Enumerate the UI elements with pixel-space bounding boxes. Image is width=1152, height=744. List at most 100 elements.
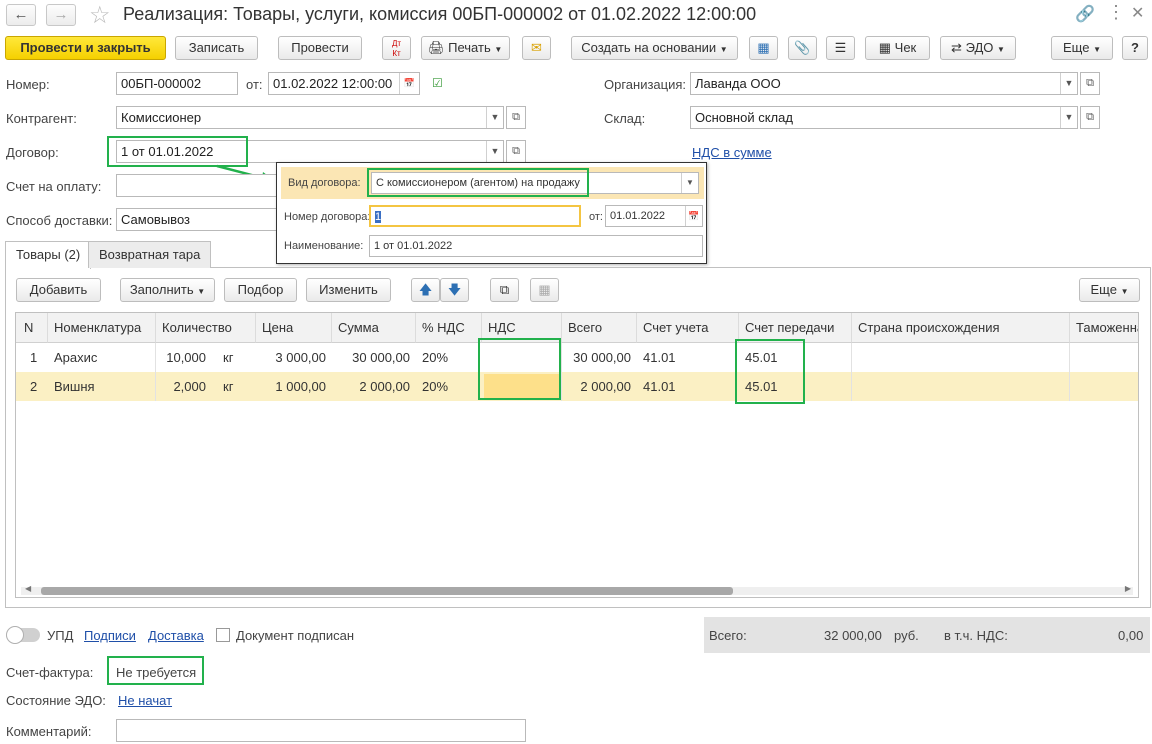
add-row-button[interactable]: Добавить xyxy=(16,278,101,302)
row-sum[interactable]: 30 000,00 xyxy=(332,343,416,372)
date-field[interactable]: 01.02.2022 12:00:00 📅 xyxy=(268,72,420,95)
row-price[interactable]: 3 000,00 xyxy=(256,343,332,372)
menu-dots-icon[interactable]: ⋮ xyxy=(1107,2,1125,23)
contract-date-field[interactable]: 01.01.2022 📅 xyxy=(605,205,703,227)
save-button[interactable]: Записать xyxy=(175,36,258,60)
forward-button[interactable]: → xyxy=(46,4,76,26)
chevron-down-icon[interactable]: ▼ xyxy=(1060,107,1077,128)
tab-returnable-containers[interactable]: Возвратная тара xyxy=(88,241,212,268)
attach-button[interactable]: 📎 xyxy=(788,36,817,60)
column-header-origin-country[interactable]: Страна происхождения xyxy=(852,313,1070,343)
warehouse-field[interactable]: Основной склад ▼ xyxy=(690,106,1078,129)
copy-button[interactable]: ⧉ xyxy=(490,278,519,302)
edo-state-link[interactable]: Не начат xyxy=(118,693,172,708)
row-vat-rate[interactable]: 20% xyxy=(416,343,482,372)
post-button[interactable]: Провести xyxy=(278,36,362,60)
open-warehouse-icon[interactable]: ⧉ xyxy=(1080,106,1100,129)
close-icon[interactable]: ✕ xyxy=(1131,3,1144,23)
edo-label: ЭДО xyxy=(965,40,994,55)
upd-toggle[interactable] xyxy=(6,626,40,644)
transfer-account-highlight xyxy=(735,339,805,404)
more-button[interactable]: Еще ▼ xyxy=(1051,36,1113,60)
more-label: Еще xyxy=(1063,40,1090,55)
row-account[interactable]: 41.01 xyxy=(637,343,739,372)
print-button[interactable]: 🖨 Печать ▼ xyxy=(421,36,510,60)
row-account[interactable]: 41.01 xyxy=(637,372,739,401)
row-item[interactable]: Вишня xyxy=(48,372,156,401)
edo-state-label: Состояние ЭДО: xyxy=(6,693,106,708)
pick-button[interactable]: Подбор xyxy=(224,278,297,302)
scroll-right-icon[interactable]: ▶ xyxy=(1125,584,1131,593)
column-divider xyxy=(561,343,562,401)
open-org-icon[interactable]: ⧉ xyxy=(1080,72,1100,95)
contract-number-field[interactable]: 1 xyxy=(369,205,581,227)
dt-kt-button[interactable]: Дт Кт xyxy=(382,36,411,60)
row-item[interactable]: Арахис xyxy=(48,343,156,372)
scroll-left-icon[interactable]: ◀ xyxy=(25,584,31,593)
comment-field[interactable] xyxy=(116,719,526,742)
signatures-link[interactable]: Подписи xyxy=(84,628,136,643)
warehouse-value: Основной склад xyxy=(695,110,793,125)
back-button[interactable]: ← xyxy=(6,4,36,26)
help-button[interactable]: ? xyxy=(1122,36,1148,60)
open-contract-icon[interactable]: ⧉ xyxy=(506,140,526,163)
horizontal-scrollbar[interactable]: ◀ ▶ xyxy=(21,584,1133,595)
scrollbar-thumb[interactable] xyxy=(41,587,733,595)
contract-name-field[interactable]: 1 от 01.01.2022 xyxy=(369,235,703,257)
row-price[interactable]: 1 000,00 xyxy=(256,372,332,401)
chevron-down-icon[interactable]: ▼ xyxy=(681,173,698,193)
chevron-down-icon[interactable]: ▼ xyxy=(1060,73,1077,94)
create-based-on-button[interactable]: Создать на основании ▼ xyxy=(571,36,738,60)
edo-button[interactable]: ⇄ ЭДО ▼ xyxy=(940,36,1016,60)
move-up-button[interactable]: 🡅 xyxy=(411,278,440,302)
column-header-price[interactable]: Цена xyxy=(256,313,332,343)
row-vat-rate[interactable]: 20% xyxy=(416,372,482,401)
journal-button[interactable]: ☰ xyxy=(826,36,855,60)
tab-goods[interactable]: Товары (2) xyxy=(5,241,92,269)
chevron-down-icon: ▼ xyxy=(997,45,1005,54)
delivery-field[interactable]: Самовывоз xyxy=(116,208,278,231)
favorite-star-icon[interactable]: ☆ xyxy=(89,1,111,30)
paste-button[interactable]: ▦ xyxy=(530,278,559,302)
goods-table[interactable]: N Номенклатура Количество Цена Сумма % Н… xyxy=(15,312,1139,598)
number-field[interactable]: 00БП-000002 xyxy=(116,72,238,95)
column-header-n[interactable]: N xyxy=(16,313,48,343)
table-more-button[interactable]: Еще ▼ xyxy=(1079,278,1140,302)
column-divider xyxy=(1069,343,1070,401)
signed-checkbox[interactable] xyxy=(216,628,230,642)
row-qty[interactable]: 10,000 xyxy=(156,343,212,372)
column-header-qty[interactable]: Количество xyxy=(156,313,256,343)
chevron-down-icon[interactable]: ▼ xyxy=(486,141,503,162)
column-header-total[interactable]: Всего xyxy=(562,313,637,343)
column-header-customs[interactable]: Таможенна xyxy=(1070,313,1138,343)
column-header-vat-rate[interactable]: % НДС xyxy=(416,313,482,343)
table-row[interactable]: 1 Арахис 10,000 кг 3 000,00 30 000,00 20… xyxy=(16,343,1138,372)
row-total[interactable]: 30 000,00 xyxy=(562,343,637,372)
structure-button[interactable]: ▦ xyxy=(749,36,778,60)
contractor-field[interactable]: Комиссионер ▼ xyxy=(116,106,504,129)
org-field[interactable]: Лаванда ООО ▼ xyxy=(690,72,1078,95)
row-qty[interactable]: 2,000 xyxy=(156,372,212,401)
total-value: 32 000,00 xyxy=(824,628,882,643)
delivery-link[interactable]: Доставка xyxy=(148,628,204,643)
invoice-field[interactable] xyxy=(116,174,278,197)
table-row-selected[interactable]: 2 Вишня 2,000 кг 1 000,00 2 000,00 20% 2… xyxy=(16,372,1138,401)
row-total[interactable]: 2 000,00 xyxy=(562,372,637,401)
link-icon[interactable]: 🔗 xyxy=(1075,4,1095,24)
calendar-icon[interactable]: 📅 xyxy=(685,206,702,226)
edo-icon: ⇄ xyxy=(951,40,962,55)
row-sum[interactable]: 2 000,00 xyxy=(332,372,416,401)
move-down-button[interactable]: 🡇 xyxy=(440,278,469,302)
post-and-close-button[interactable]: Провести и закрыть xyxy=(5,36,166,60)
column-header-account[interactable]: Счет учета xyxy=(637,313,739,343)
column-header-sum[interactable]: Сумма xyxy=(332,313,416,343)
check-button[interactable]: ▦ Чек xyxy=(865,36,930,60)
email-button[interactable]: ✉ xyxy=(522,36,551,60)
calendar-icon[interactable]: 📅 xyxy=(399,73,419,94)
fill-button[interactable]: Заполнить ▼ xyxy=(120,278,215,302)
vat-in-sum-link[interactable]: НДС в сумме xyxy=(692,145,772,160)
open-contractor-icon[interactable]: ⧉ xyxy=(506,106,526,129)
chevron-down-icon[interactable]: ▼ xyxy=(486,107,503,128)
change-button[interactable]: Изменить xyxy=(306,278,391,302)
column-header-item[interactable]: Номенклатура xyxy=(48,313,156,343)
